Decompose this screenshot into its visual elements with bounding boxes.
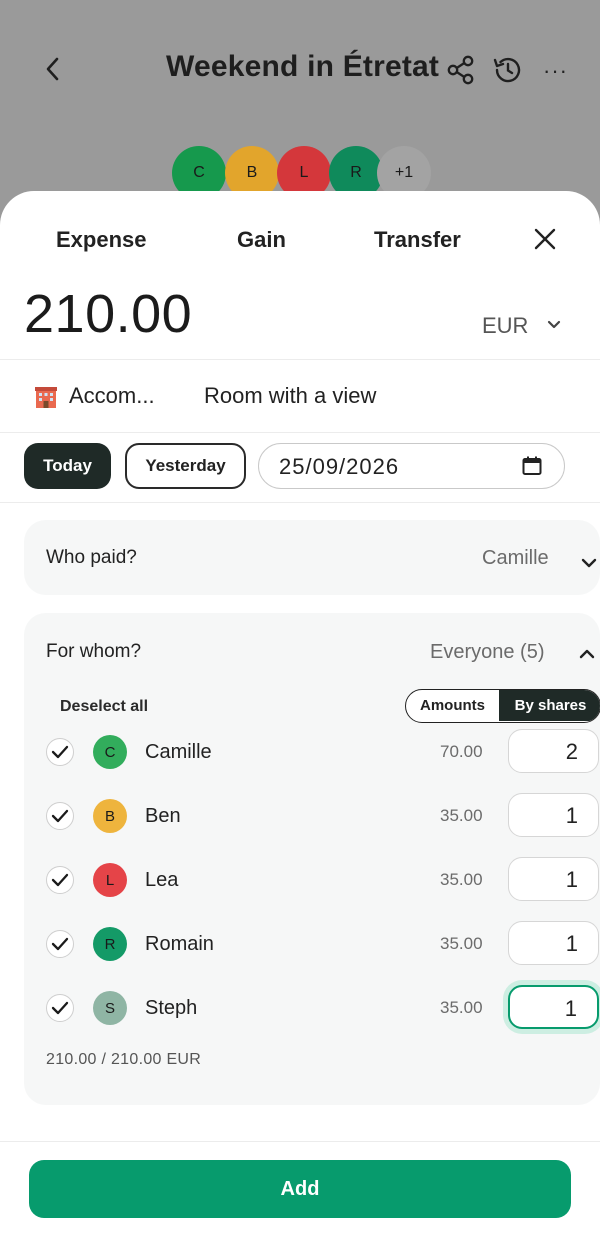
hotel-icon (33, 384, 59, 410)
participant-amount: 35.00 (440, 870, 483, 889)
avatar: C (93, 735, 127, 769)
split-mode-toggle: Amounts By shares (405, 689, 600, 723)
participant-name: Romain (145, 933, 214, 955)
split-total: 210.00 / 210.00 EUR (46, 1051, 202, 1068)
who-paid-label: Who paid? (46, 547, 137, 568)
participant-name: Lea (145, 869, 179, 891)
shares-value: 1 (565, 931, 578, 956)
calendar-icon[interactable] (521, 455, 543, 477)
today-chip[interactable]: Today (24, 443, 111, 489)
avatar: L (93, 863, 127, 897)
participant-checkbox[interactable] (46, 802, 74, 830)
shares-value: 2 (565, 739, 578, 764)
history-icon[interactable] (492, 54, 522, 86)
participant-checkbox[interactable] (46, 994, 74, 1022)
payer-value: Camille (482, 547, 549, 569)
participant-amount: 35.00 (440, 806, 483, 825)
shares-input[interactable]: 2 (508, 729, 599, 773)
participant-row: R Romain 35.00 1 (24, 920, 600, 970)
date-input[interactable]: 25/09/2026 (258, 443, 565, 489)
participant-amount: 35.00 (440, 934, 483, 953)
for-whom-label: For whom? (46, 641, 142, 662)
shares-input[interactable]: 1 (508, 985, 599, 1029)
back-icon[interactable] (40, 52, 66, 86)
currency-select[interactable]: EUR (482, 313, 528, 339)
date-value: 25/09/2026 (279, 454, 400, 479)
close-icon[interactable] (532, 226, 558, 252)
participant-row: S Steph 35.00 1 (24, 984, 600, 1034)
page-title: Weekend in Étretat (166, 50, 440, 83)
participant-checkbox[interactable] (46, 866, 74, 894)
participant-row: C Camille 70.00 2 (24, 728, 600, 778)
avatar: R (93, 927, 127, 961)
participant-name: Steph (145, 997, 198, 1019)
shares-value: 1 (564, 996, 577, 1021)
divider (0, 1141, 600, 1142)
expense-sheet: Expense Gain Transfer 210.00 EUR Accom..… (0, 191, 600, 1235)
add-button[interactable]: Add (29, 1160, 571, 1218)
deselect-all-button[interactable]: Deselect all (60, 698, 148, 716)
for-whom-card: For whom? Everyone (5) Deselect all Amou… (24, 613, 600, 1105)
divider (0, 359, 600, 360)
avatar: S (93, 991, 127, 1025)
amounts-option[interactable]: Amounts (406, 690, 499, 721)
yesterday-chip[interactable]: Yesterday (125, 443, 246, 489)
participant-amount: 35.00 (440, 998, 483, 1017)
avatar: B (93, 799, 127, 833)
more-options-icon[interactable]: ··· (543, 58, 568, 84)
participant-row: L Lea 35.00 1 (24, 856, 600, 906)
participant-name: Camille (145, 741, 212, 763)
shares-value: 1 (565, 867, 578, 892)
by-shares-option[interactable]: By shares (499, 690, 600, 721)
divider (0, 502, 600, 503)
chevron-down-icon[interactable] (580, 556, 598, 570)
for-whom-value: Everyone (5) (430, 641, 545, 663)
who-paid-card[interactable]: Who paid? Camille (24, 520, 600, 595)
tab-gain[interactable]: Gain (237, 227, 286, 253)
chevron-up-icon[interactable] (578, 647, 596, 661)
shares-value: 1 (565, 803, 578, 828)
participant-row: B Ben 35.00 1 (24, 792, 600, 842)
divider (0, 432, 600, 433)
shares-input[interactable]: 1 (508, 921, 599, 965)
participant-amount: 70.00 (440, 742, 483, 761)
description-input[interactable]: Room with a view (204, 383, 376, 409)
tab-transfer[interactable]: Transfer (374, 227, 461, 253)
shares-input[interactable]: 1 (508, 857, 599, 901)
participant-checkbox[interactable] (46, 738, 74, 766)
shares-input[interactable]: 1 (508, 793, 599, 837)
share-icon[interactable] (446, 54, 476, 86)
participant-name: Ben (145, 805, 181, 827)
category-select[interactable]: Accom... (69, 383, 155, 409)
participant-checkbox[interactable] (46, 930, 74, 958)
amount-input[interactable]: 210.00 (24, 283, 192, 345)
chevron-down-icon[interactable] (546, 318, 562, 332)
tab-expense[interactable]: Expense (56, 227, 147, 253)
